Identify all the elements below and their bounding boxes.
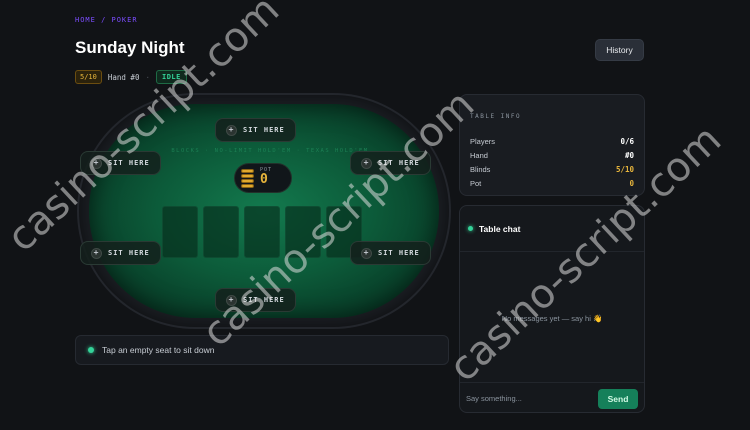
pot-display: POT 0 [234,163,292,193]
info-value: 0/6 [620,137,634,146]
chip-stack-icon [241,168,254,188]
seat-label: SIT HERE [243,296,285,304]
info-row-hand: Hand #0 [470,151,634,160]
chat-title: Table chat [479,223,521,234]
plus-icon: + [226,294,237,306]
felt-text: BLOCKS · NO-LIMIT HOLD'EM · TEXAS HOLD'E… [171,148,369,154]
seat-label: SIT HERE [243,126,285,134]
seat-label: SIT HERE [378,159,420,167]
page-title: Sunday Night [75,38,185,57]
chat-input[interactable] [466,388,592,409]
status-message: Tap an empty seat to sit down [102,345,215,355]
info-value: #0 [624,151,634,160]
chat-panel: Table chat No messages yet — say hi 👋 Se… [459,205,645,413]
info-row-players: Players 0/6 [470,137,634,146]
status-bar: Tap an empty seat to sit down [75,335,449,365]
stakes-badge: 5/10 [75,70,102,84]
board-card-slot [162,206,198,258]
board-card-slot [203,206,239,258]
seat-label: SIT HERE [378,249,420,257]
online-dot-icon [468,226,473,231]
info-label: Blinds [470,165,491,174]
seat-lower-right[interactable]: + SIT HERE [350,241,431,265]
chat-header: Table chat [460,206,644,252]
plus-icon: + [91,247,102,259]
info-label: Hand [470,151,488,160]
plus-icon: + [91,157,102,169]
status-dot-icon [88,347,94,353]
seat-label: SIT HERE [108,249,150,257]
info-label: Players [470,137,496,146]
board-card-slot [244,206,280,258]
breadcrumb[interactable]: HOME / POKER [75,16,138,24]
hand-number: Hand #0 [107,72,140,82]
seat-top[interactable]: + SIT HERE [215,118,296,142]
status-badge: IDLE [155,70,187,84]
board-card-slot [285,206,321,258]
info-row-pot: Pot 0 [470,179,634,188]
seat-upper-left[interactable]: + SIT HERE [80,151,161,175]
seat-upper-right[interactable]: + SIT HERE [350,151,431,175]
table-info-panel: TABLE INFO Players 0/6 Hand #0 Blinds 5/… [459,94,645,196]
info-label: Pot [470,179,482,188]
plus-icon: + [361,247,372,259]
plus-icon: + [361,157,372,169]
seat-lower-left[interactable]: + SIT HERE [80,241,161,265]
send-button[interactable]: Send [598,388,638,409]
pot-value: 0 [260,172,268,188]
info-value: 0 [629,179,634,188]
game-meta-row: 5/10 Hand #0 · IDLE [75,70,187,84]
info-row-blinds: Blinds 5/10 [470,165,634,174]
seat-bottom[interactable]: + SIT HERE [215,288,296,312]
meta-separator: · [145,72,150,82]
plus-icon: + [226,124,237,136]
seat-label: SIT HERE [108,159,150,167]
history-button[interactable]: History [595,39,644,61]
chat-empty-message: No messages yet — say hi 👋 [501,314,603,323]
info-title: TABLE INFO [470,113,522,120]
chat-footer: Send [460,382,644,412]
info-value: 5/10 [615,165,634,174]
